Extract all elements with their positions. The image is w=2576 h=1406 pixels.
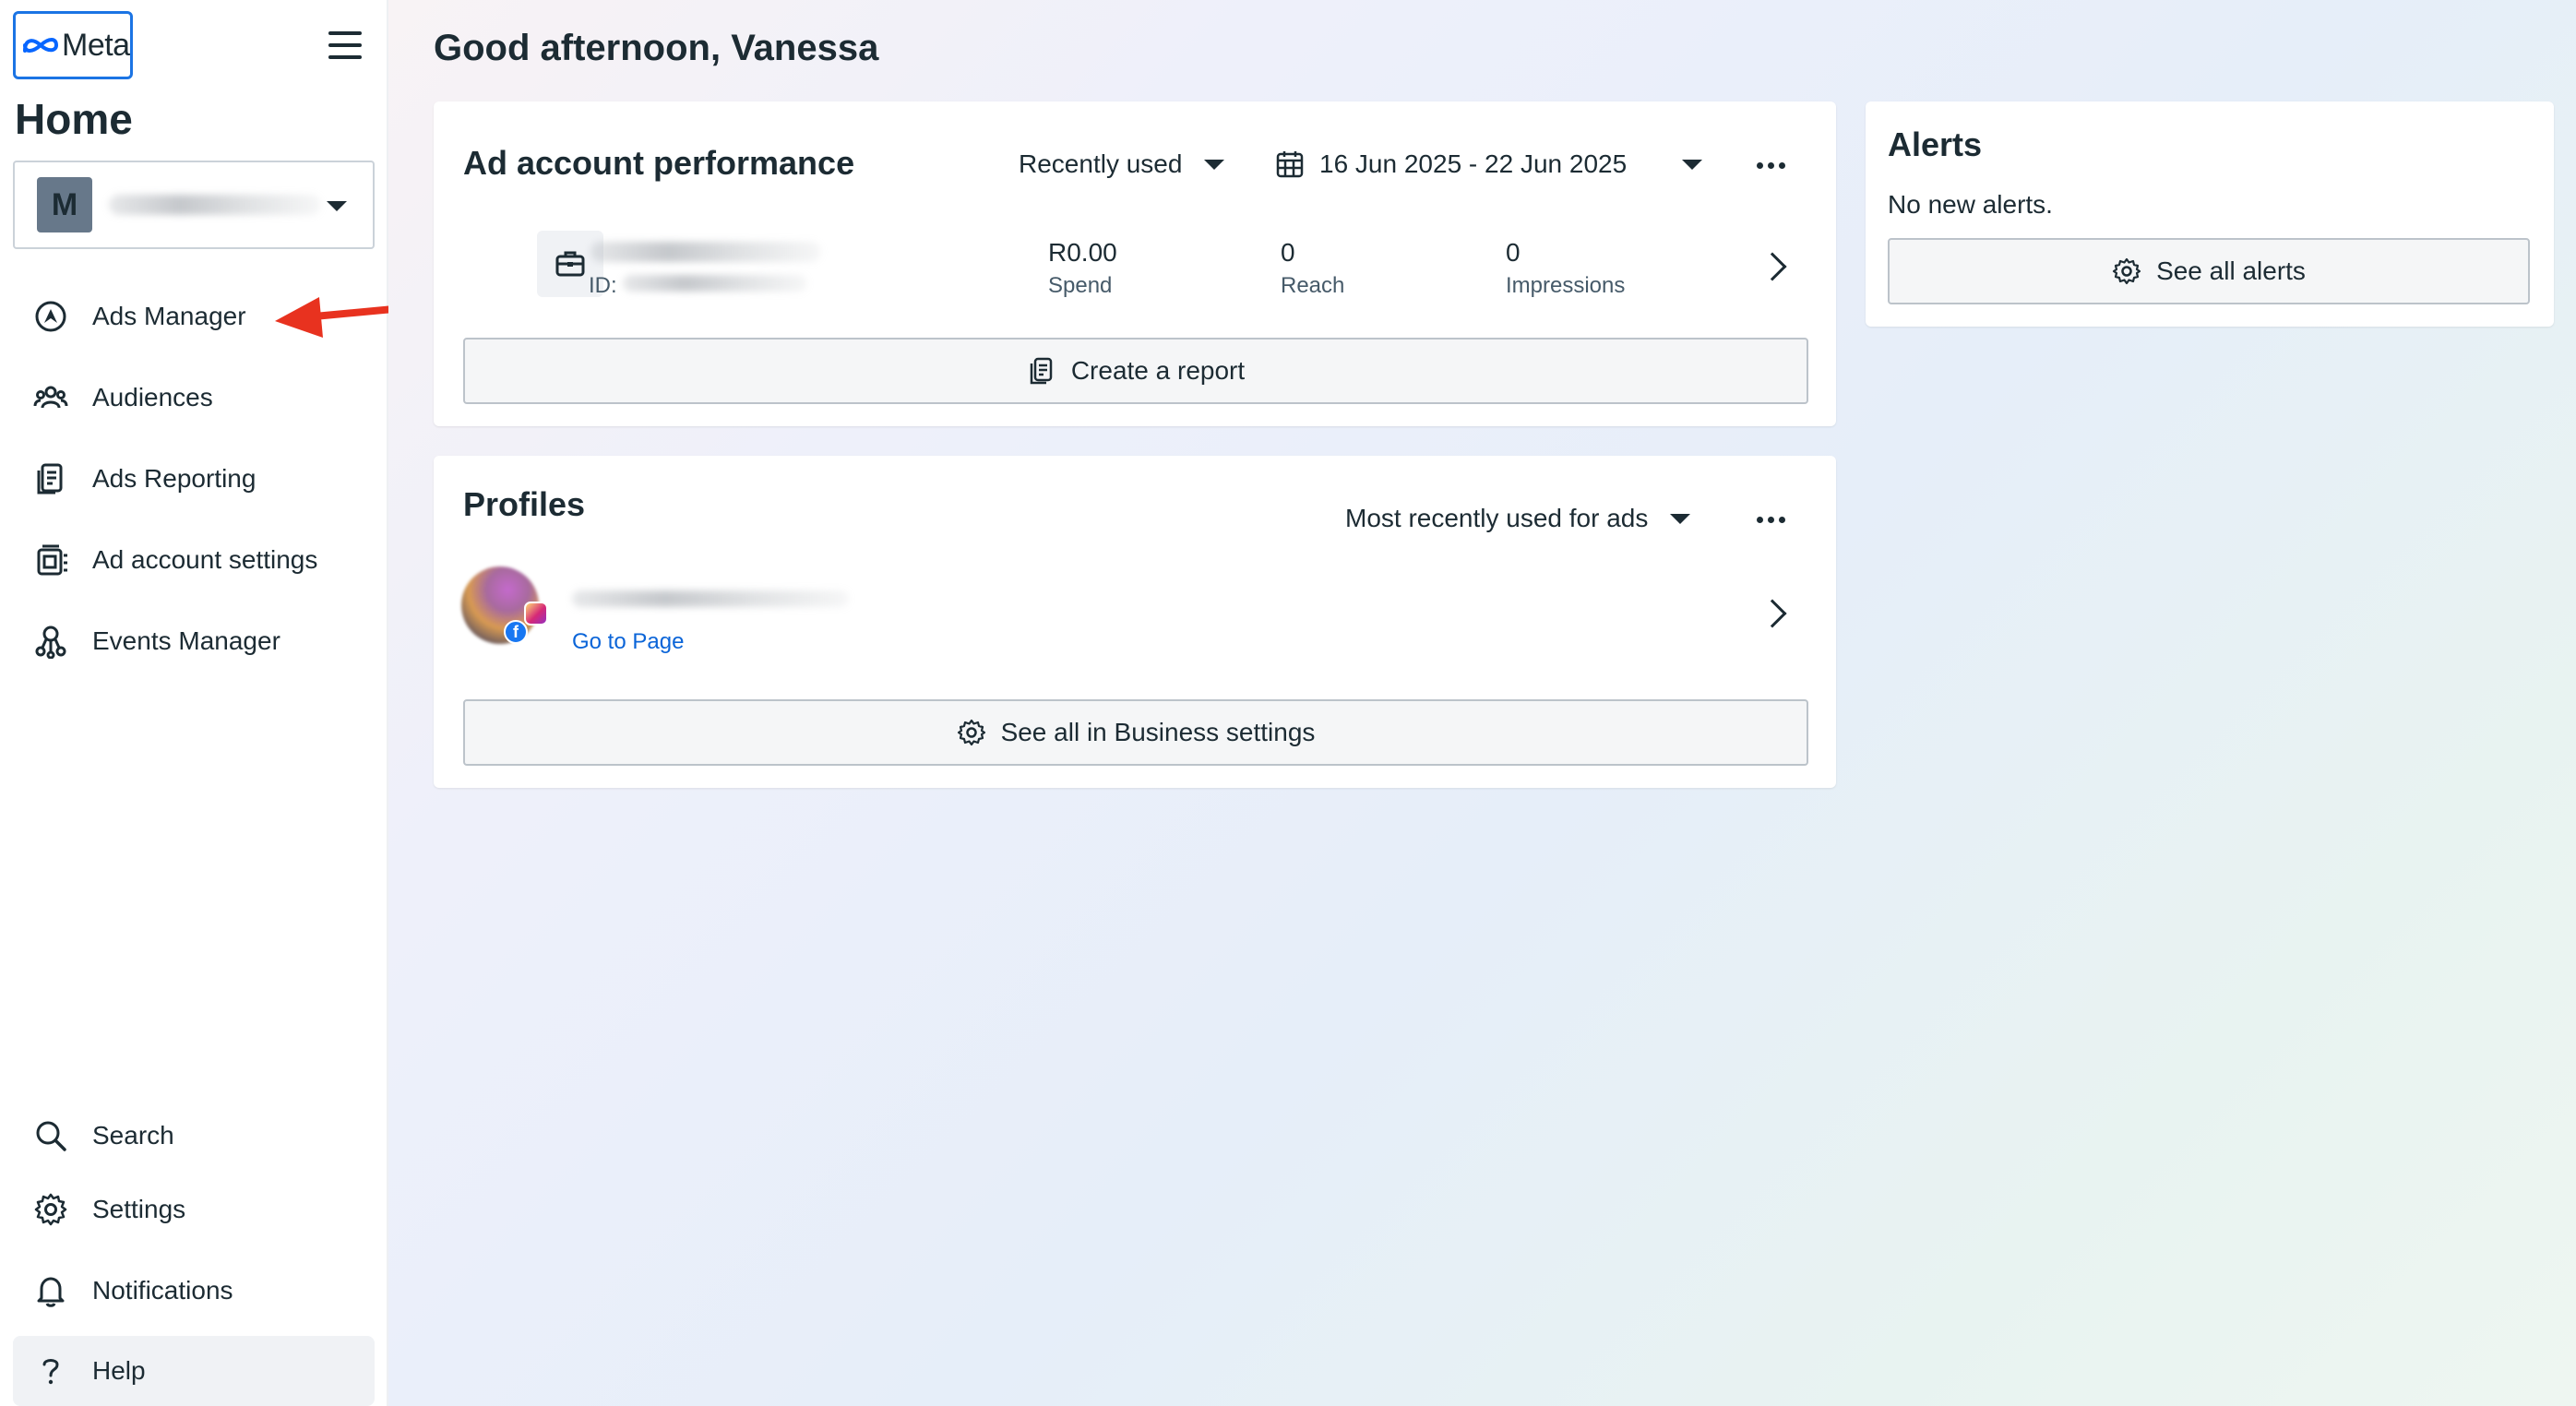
chevron-down-icon <box>1682 159 1703 170</box>
metric-label: Spend <box>1048 273 1113 298</box>
chevron-right-icon[interactable] <box>1758 252 1787 281</box>
go-to-page-link[interactable]: Go to Page <box>572 629 684 655</box>
sidebar-item-help[interactable]: Help <box>13 1336 375 1406</box>
see-all-business-settings-label: See all in Business settings <box>1000 718 1316 746</box>
search-icon <box>31 1116 70 1155</box>
sidebar-item-events-manager[interactable]: Events Manager <box>13 606 375 676</box>
create-report-button[interactable]: Create a report <box>463 338 1808 404</box>
sort-dropdown[interactable]: Recently used <box>1019 149 1225 179</box>
date-range-dropdown[interactable]: 16 Jun 2025 - 22 Jun 2025 <box>1275 149 1703 179</box>
metric-impressions: 0 Impressions <box>1506 238 1625 299</box>
ad-account-performance-card: Ad account performance Recently used 16 … <box>434 101 1836 426</box>
sidebar-item-label: Help <box>92 1356 146 1385</box>
see-all-alerts-button[interactable]: See all alerts <box>1888 238 2530 304</box>
metric-value: R0.00 <box>1048 238 1117 267</box>
sidebar-item-label: Notifications <box>92 1276 233 1305</box>
gear-icon <box>31 1190 70 1229</box>
report-icon <box>1030 357 1053 385</box>
page-title: Home <box>15 95 133 143</box>
sort-dropdown-label: Most recently used for ads <box>1345 504 1649 532</box>
gear-icon <box>2112 257 2141 285</box>
sidebar-item-label: Settings <box>92 1195 186 1223</box>
metric-reach: 0 Reach <box>1281 238 1344 299</box>
menu-icon[interactable] <box>328 31 362 59</box>
sidebar-item-ads-reporting[interactable]: Ads Reporting <box>13 444 375 514</box>
redacted-account-title <box>590 242 821 262</box>
sidebar-item-label: Ads Manager <box>92 302 246 330</box>
audiences-icon <box>31 378 70 417</box>
sort-dropdown-label: Recently used <box>1019 149 1183 178</box>
metric-label: Impressions <box>1506 273 1626 298</box>
metric-value: 0 <box>1506 238 1521 267</box>
metric-label: Reach <box>1281 273 1345 298</box>
greeting: Good afternoon, Vanessa <box>434 28 879 68</box>
sidebar-item-label: Audiences <box>92 383 213 411</box>
instagram-icon <box>524 602 548 626</box>
facebook-icon: f <box>504 620 528 644</box>
more-options-icon[interactable] <box>1757 517 1785 523</box>
sidebar-item-notifications[interactable]: Notifications <box>13 1256 375 1326</box>
sidebar-item-settings[interactable]: Settings <box>13 1174 375 1245</box>
sidebar-item-search[interactable]: Search <box>13 1101 375 1171</box>
sidebar-item-audiences[interactable]: Audiences <box>13 363 375 433</box>
see-all-business-settings-button[interactable]: See all in Business settings <box>463 699 1808 766</box>
redacted-profile-name <box>572 590 849 607</box>
sidebar-item-label: Ad account settings <box>92 545 318 574</box>
alerts-card: Alerts No new alerts. See all alerts <box>1866 101 2554 327</box>
chevron-down-icon <box>1204 159 1225 170</box>
chevron-right-icon[interactable] <box>1758 599 1787 628</box>
card-title: Ad account performance <box>463 144 855 182</box>
meta-logo[interactable]: Meta <box>13 11 133 79</box>
sidebar: Meta Home M Ads Manager Audiences Ads Re… <box>0 0 447 1406</box>
report-icon <box>31 459 70 498</box>
sidebar-item-label: Ads Reporting <box>92 464 256 493</box>
account-avatar: M <box>37 177 92 232</box>
meta-infinity-icon <box>23 38 59 53</box>
gear-icon <box>957 719 985 746</box>
sidebar-item-label: Events Manager <box>92 626 280 655</box>
more-options-icon[interactable] <box>1757 162 1785 169</box>
alerts-empty-text: No new alerts. <box>1888 190 2053 219</box>
chevron-down-icon <box>327 201 347 211</box>
sidebar-item-ad-account-settings[interactable]: Ad account settings <box>13 525 375 595</box>
bell-icon <box>31 1271 70 1310</box>
events-manager-icon <box>31 622 70 661</box>
see-all-alerts-label: See all alerts <box>2156 256 2306 285</box>
ads-manager-icon <box>31 297 70 336</box>
card-title: Profiles <box>463 485 586 523</box>
metric-spend: R0.00 Spend <box>1048 238 1117 299</box>
metric-value: 0 <box>1281 238 1295 267</box>
help-icon <box>31 1352 70 1390</box>
account-settings-icon <box>31 541 70 579</box>
account-id-label: ID: <box>589 273 617 298</box>
meta-logo-text: Meta <box>62 27 130 63</box>
briefcase-icon <box>555 251 585 277</box>
chevron-down-icon <box>1670 513 1691 524</box>
profiles-card: Profiles Most recently used for ads f Go… <box>434 456 1836 788</box>
sidebar-item-label: Search <box>92 1121 174 1150</box>
create-report-label: Create a report <box>1070 356 1246 385</box>
card-title: Alerts <box>1888 125 1983 163</box>
redacted-account-name <box>109 195 321 215</box>
redacted-account-id <box>623 275 807 292</box>
profiles-sort-dropdown[interactable]: Most recently used for ads <box>1345 504 1691 533</box>
account-picker[interactable]: M <box>13 161 375 249</box>
date-range-label: 16 Jun 2025 - 22 Jun 2025 <box>1319 149 1628 178</box>
calendar-icon <box>1276 151 1304 178</box>
